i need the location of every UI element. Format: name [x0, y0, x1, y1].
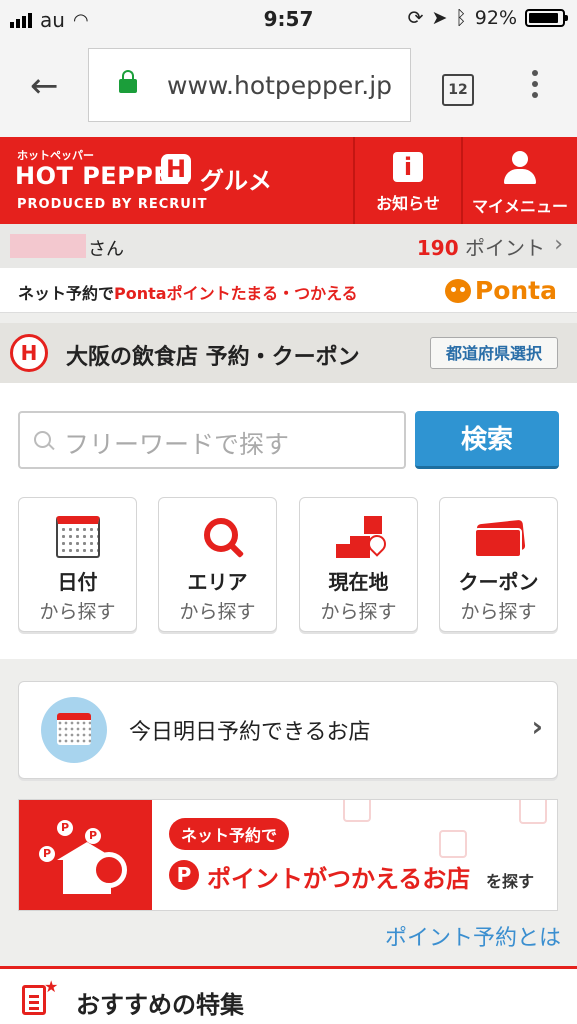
battery-icon	[525, 9, 568, 27]
user-icon	[504, 151, 536, 185]
site-header: ホットペッパー HOT PEPPER H グルメ PRODUCED BY REC…	[0, 137, 577, 224]
today-tomorrow-link[interactable]: 今日明日予約できるお店 ›	[18, 681, 558, 779]
browser-toolbar: ← www.hotpepper.jp 12	[0, 38, 577, 137]
star-icon: ★	[44, 977, 59, 996]
news-label: お知らせ	[376, 194, 440, 213]
calendar-icon	[56, 516, 100, 558]
search-by-date-button[interactable]: 日付 から探す	[18, 497, 137, 632]
battery-percent: 92%	[474, 7, 517, 29]
ponta-highlight: Pontaポイントたまる・つかえる	[114, 284, 358, 303]
point-reservation-link[interactable]: ポイント予約とは	[385, 920, 561, 952]
ponta-prefix: ネット予約で	[18, 284, 115, 303]
category-title: 現在地	[328, 570, 389, 594]
point-p-icon: P	[169, 860, 199, 890]
tab-switcher-button[interactable]: 12	[442, 74, 474, 106]
recommend-title: おすすめの特集	[76, 991, 244, 1019]
magnifier-icon	[204, 518, 238, 552]
calendar-circle-icon	[41, 697, 107, 763]
brand-gurume: グルメ	[200, 167, 272, 195]
search-button[interactable]: 検索	[415, 411, 559, 469]
brand-h-icon: H	[161, 154, 191, 184]
points-label: ポイント	[465, 236, 545, 260]
coupon-icon	[440, 498, 557, 564]
search-by-area-button[interactable]: エリア から探す	[158, 497, 277, 632]
category-sub: から探す	[39, 601, 116, 623]
category-title: エリア	[187, 570, 248, 594]
lock-icon	[119, 70, 137, 93]
banner-suffix: を探す	[486, 872, 535, 891]
produced-by: PRODUCED BY RECRUIT	[17, 197, 208, 212]
section-header: H 大阪の飲食店 予約・クーポン 都道府県選択	[0, 323, 577, 383]
today-label: 今日明日予約できるお店	[129, 720, 371, 745]
back-arrow-icon[interactable]: ←	[30, 66, 59, 106]
search-input[interactable]: フリーワードで探す	[18, 411, 406, 469]
chevron-right-icon: ›	[554, 232, 563, 257]
bluetooth-icon: ᛒ	[455, 7, 467, 29]
points-value: 190	[416, 236, 459, 260]
brand-kana: ホットペッパー	[17, 149, 94, 162]
ponta-banner[interactable]: ネット予約でPontaポイントたまる・つかえる Ponta	[0, 268, 577, 313]
recommend-section: ★ おすすめの特集	[0, 966, 577, 1024]
search-by-location-button[interactable]: 現在地 から探す	[299, 497, 418, 632]
mymenu-button[interactable]: マイメニュー	[463, 137, 577, 224]
url-text: www.hotpepper.jp	[167, 71, 393, 100]
ponta-mascot-icon	[444, 278, 471, 303]
banner-main-text: ポイントがつかえるお店	[207, 865, 471, 893]
address-bar[interactable]: www.hotpepper.jp	[88, 48, 411, 122]
hotpepper-h-icon: H	[10, 334, 48, 372]
ponta-logo-text: Ponta	[474, 276, 557, 305]
location-icon: ➤	[431, 7, 448, 29]
banner-bubble: ネット予約で	[169, 818, 290, 850]
search-placeholder: フリーワードで探す	[64, 430, 290, 459]
page-title: 大阪の飲食店 予約・クーポン	[66, 345, 360, 370]
more-menu-icon[interactable]	[532, 70, 538, 103]
category-sub: から探す	[460, 601, 537, 623]
current-location-icon	[300, 498, 417, 564]
ponta-text: ネット予約でPontaポイントたまる・つかえる	[18, 280, 358, 304]
username-suffix: さん	[88, 239, 124, 260]
rotation-lock-icon: ⟳	[407, 7, 424, 29]
category-sub: から探す	[179, 601, 256, 623]
mymenu-label: マイメニュー	[471, 197, 568, 216]
category-title: クーポン	[458, 570, 539, 594]
ponta-logo: Ponta	[444, 276, 557, 305]
recruit-logo: RECRUIT	[137, 197, 208, 212]
status-bar: au ◠ 9:57 ⟳ ➤ ᛒ 92%	[0, 0, 577, 38]
shop-search-illustration: P P P	[19, 800, 152, 910]
search-by-coupon-button[interactable]: クーポン から探す	[439, 497, 558, 632]
chevron-right-icon: ›	[531, 710, 543, 743]
points-display: 190 ポイント	[417, 232, 545, 261]
prefecture-select-button[interactable]: 都道府県選択	[430, 337, 558, 369]
user-points-row[interactable]: さん 190 ポイント ›	[0, 224, 577, 268]
username-redacted	[10, 234, 86, 258]
search-panel: フリーワードで探す 検索 日付 から探す エリア から探す 現在地 から探す ク…	[0, 383, 577, 659]
news-button[interactable]: i お知らせ	[355, 137, 461, 224]
produced-by-label: PRODUCED BY	[17, 197, 133, 212]
search-icon	[34, 431, 51, 448]
point-shop-banner[interactable]: P P P ネット予約で P ポイントがつかえるお店 を探す	[18, 799, 558, 911]
document-icon	[22, 985, 46, 1015]
category-sub: から探す	[320, 601, 397, 623]
info-icon: i	[393, 152, 423, 182]
category-title: 日付	[57, 570, 98, 594]
